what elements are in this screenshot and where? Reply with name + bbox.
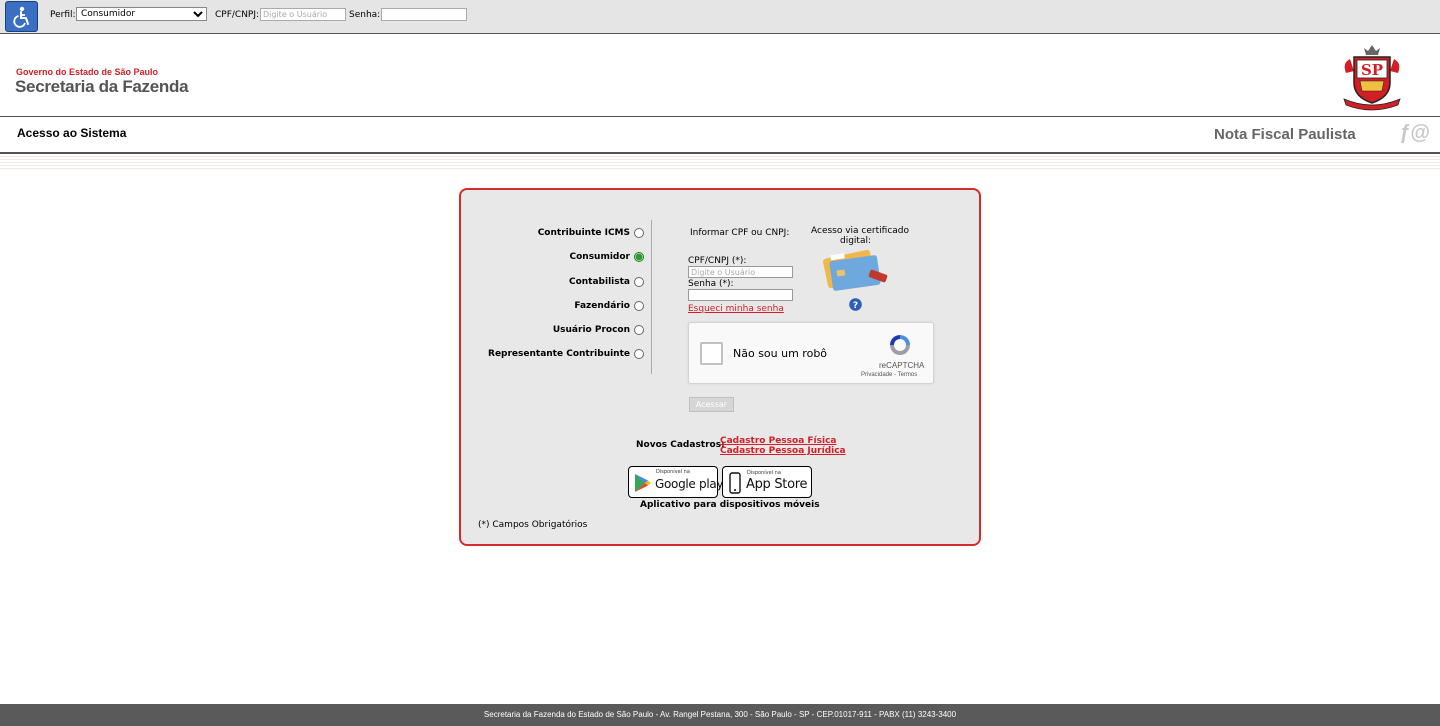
top-toolbar: Perfil: Consumidor CPF/CNPJ: Senha: — [0, 0, 1440, 34]
profile-radio-contribuinte-icms[interactable] — [634, 228, 644, 238]
sp-crest-logo: SP — [1343, 45, 1401, 111]
wheelchair-icon — [12, 6, 29, 28]
cpf-input[interactable] — [260, 8, 346, 21]
gov-line: Governo do Estado de São Paulo — [16, 67, 159, 77]
senha-input[interactable] — [381, 8, 467, 21]
novos-cadastros-label: Novos Cadastros: — [636, 440, 725, 450]
google-play-icon — [635, 474, 651, 492]
sef-logo-text: Secretaria da Fazenda — [15, 77, 189, 96]
apple-small-text: Disponível na — [747, 470, 781, 476]
profile-label-contribuinte-icms: Contribuinte ICMS — [537, 228, 630, 238]
phone-icon — [729, 472, 741, 494]
profile-radio-fazendario[interactable] — [634, 301, 644, 311]
divider — [651, 220, 652, 374]
app-store-badge[interactable]: Disponível na App Store — [722, 466, 812, 498]
profile-label-consumidor: Consumidor — [569, 252, 631, 262]
google-big-text: Google play — [655, 477, 724, 491]
profile-label-fazendario: Fazendário — [574, 301, 630, 311]
svg-text:?: ? — [853, 301, 858, 311]
profile-radio-consumidor[interactable] — [634, 252, 644, 262]
login-panel: Contribuinte ICMS Consumidor Contabilist… — [459, 188, 981, 546]
recaptcha-brand: reCAPTCHA — [879, 361, 925, 370]
cpf-field[interactable] — [688, 266, 793, 278]
profile-radio-usuario-procon[interactable] — [634, 325, 644, 335]
site-header: Governo do Estado de São Paulo Secretari… — [0, 35, 1440, 117]
informar-label: Informar CPF ou CNPJ: — [690, 228, 790, 238]
crest-text: SP — [1361, 61, 1383, 79]
profile-radio-representante[interactable] — [634, 349, 644, 359]
perfil-label: Perfil: — [50, 10, 76, 20]
senha-field-label: Senha (*): — [688, 279, 734, 289]
accessibility-button[interactable] — [5, 1, 38, 32]
cadastro-pj-link[interactable]: Cadastro Pessoa Jurídica — [720, 446, 846, 456]
required-note: (*) Campos Obrigatórios — [478, 520, 588, 530]
certificado-label-1: Acesso via certificado — [811, 226, 909, 236]
recaptcha-terms-link[interactable]: Privacidade - Termos — [861, 372, 917, 378]
nfp-logo-icon: ƒ@ — [1399, 122, 1430, 144]
sub-header: Acesso ao Sistema Nota Fiscal Paulista ƒ… — [0, 117, 1440, 154]
recaptcha-logo-icon — [890, 335, 910, 355]
certificado-label-2: digital: — [840, 236, 872, 246]
apps-caption: Aplicativo para dispositivos móveis — [640, 500, 820, 510]
decorative-stripes — [0, 156, 1440, 170]
google-play-badge[interactable]: Disponível na Google play — [628, 466, 724, 498]
cpf-field-label: CPF/CNPJ (*): — [688, 256, 747, 266]
page-title: Acesso ao Sistema — [17, 126, 127, 140]
cadastro-pf-link[interactable]: Cadastro Pessoa Física — [720, 436, 837, 446]
forgot-password-link[interactable]: Esqueci minha senha — [688, 304, 784, 314]
recaptcha-checkbox[interactable] — [700, 342, 723, 365]
recaptcha-widget: Não sou um robô reCAPTCHA Privacidade - … — [688, 322, 934, 384]
recaptcha-label: Não sou um robô — [733, 347, 828, 360]
cpf-label: CPF/CNPJ: — [215, 10, 260, 20]
apple-big-text: App Store — [746, 477, 808, 492]
certificate-card-icon[interactable] — [823, 246, 889, 296]
perfil-select[interactable]: Consumidor — [76, 7, 207, 21]
profile-label-contabilista: Contabilista — [568, 277, 630, 287]
site-footer: Secretaria da Fazenda do Estado de São P… — [0, 704, 1440, 726]
senha-label: Senha: — [349, 10, 381, 20]
profile-radio-contabilista[interactable] — [634, 277, 644, 287]
senha-field[interactable] — [688, 289, 793, 301]
profile-label-usuario-procon: Usuário Procon — [552, 325, 630, 335]
acessar-button[interactable]: Acessar — [689, 397, 734, 412]
app-name: Nota Fiscal Paulista — [1214, 126, 1356, 143]
google-small-text: Disponível na — [656, 469, 690, 475]
help-icon[interactable]: ? — [849, 298, 862, 311]
profile-label-representante: Representante Contribuinte — [488, 349, 630, 359]
